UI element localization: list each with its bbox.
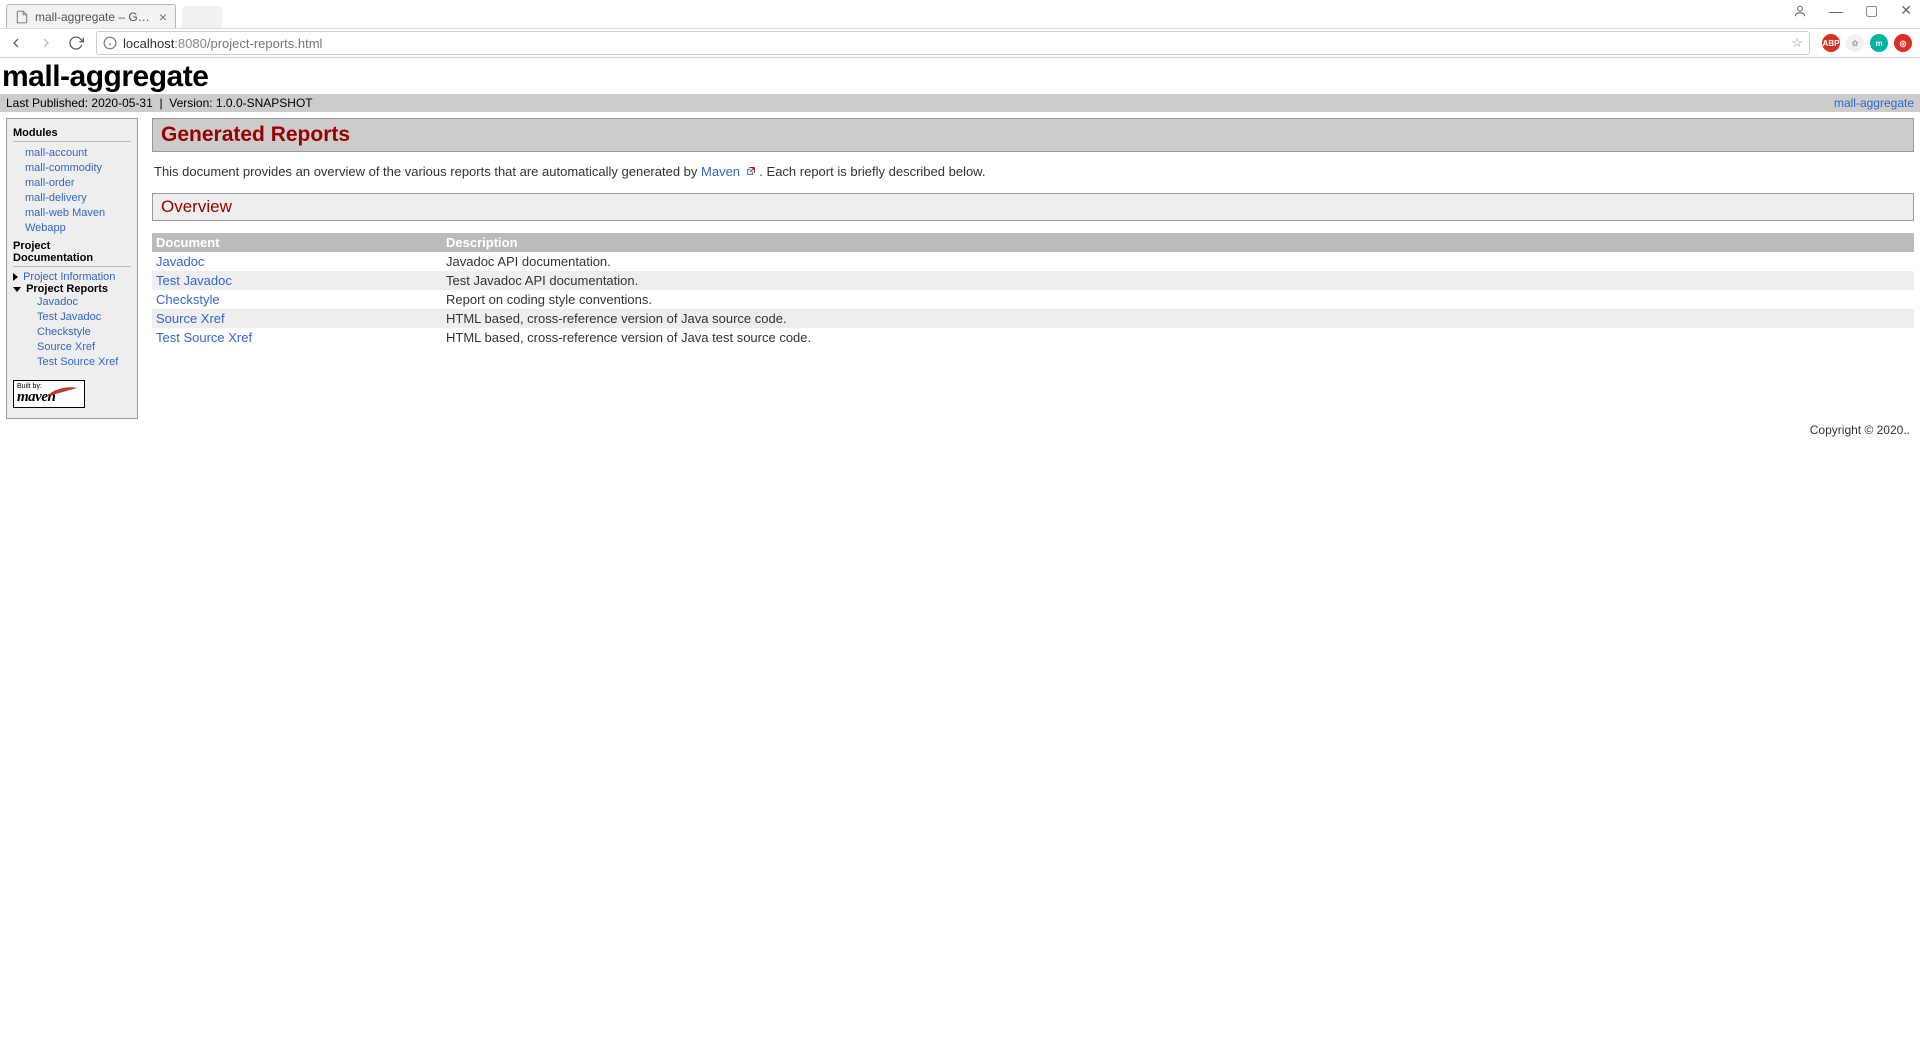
breadcrumb-link[interactable]: mall-aggregate (1834, 96, 1914, 110)
url-host: localhost:8080/project-reports.html (123, 36, 322, 51)
abp-extension-icon[interactable]: ABP (1822, 34, 1840, 52)
table-row: Source Xref HTML based, cross-reference … (152, 309, 1914, 328)
report-link[interactable]: Test Source Xref (156, 330, 252, 345)
table-row: Test Javadoc Test Javadoc API documentat… (152, 271, 1914, 290)
sidebar-item-report[interactable]: Test Javadoc (37, 311, 101, 323)
intro-text-pre: This document provides an overview of th… (154, 164, 701, 179)
subsection-heading: Overview (152, 193, 1914, 221)
window-controls: — ▢ ✕ (1793, 2, 1912, 19)
project-reports-label: Project Reports (26, 283, 108, 295)
report-link[interactable]: Source Xref (156, 311, 225, 326)
info-icon[interactable] (103, 36, 117, 50)
table-row: Checkstyle Report on coding style conven… (152, 290, 1914, 309)
browser-chrome: mall-aggregate – Gene × — ▢ ✕ localhost:… (0, 0, 1920, 58)
reports-list: Javadoc Test Javadoc Checkstyle Source X… (13, 295, 131, 370)
meta-left: Last Published: 2020-05-31 | Version: 1.… (6, 96, 313, 110)
file-icon (15, 10, 29, 24)
back-icon[interactable] (8, 35, 24, 51)
page-body: mall-aggregate Last Published: 2020-05-3… (0, 60, 1920, 437)
footer-copyright: Copyright © 2020.. (0, 419, 1920, 437)
maven-link[interactable]: Maven (701, 164, 740, 179)
sidebar-item-report[interactable]: Checkstyle (37, 326, 91, 338)
maximize-icon[interactable]: ▢ (1865, 2, 1878, 19)
project-info-link[interactable]: Project Information (23, 271, 115, 283)
table-header-row: Document Description (152, 233, 1914, 252)
report-desc: Test Javadoc API documentation. (442, 271, 1914, 290)
sidebar-item-module[interactable]: mall-order (25, 177, 75, 189)
sidebar-heading-docs: Project Documentation (13, 240, 131, 264)
sidebar-item-report[interactable]: Javadoc (37, 296, 78, 308)
extension-icons: ABP ✿ m ◎ (1822, 34, 1912, 52)
report-link[interactable]: Test Javadoc (156, 273, 232, 288)
address-bar[interactable]: localhost:8080/project-reports.html ☆ (96, 31, 1810, 55)
chevron-down-icon (13, 287, 21, 292)
external-link-icon (746, 164, 756, 179)
intro-paragraph: This document provides an overview of th… (152, 164, 1914, 179)
last-published-label: Last Published: 2020-05-31 (6, 96, 153, 110)
report-desc: HTML based, cross-reference version of J… (442, 309, 1914, 328)
user-icon[interactable] (1793, 4, 1807, 18)
extension-icon-red[interactable]: ◎ (1894, 34, 1912, 52)
new-tab-button[interactable] (182, 6, 222, 28)
intro-text-post: . Each report is briefly described below… (759, 164, 985, 179)
close-window-icon[interactable]: ✕ (1900, 2, 1912, 19)
report-desc: HTML based, cross-reference version of J… (442, 328, 1914, 347)
th-document: Document (152, 233, 442, 252)
maven-logo: maven (17, 390, 81, 405)
sidebar-item-project-reports[interactable]: Project Reports (13, 283, 131, 295)
report-link[interactable]: Javadoc (156, 254, 204, 269)
report-desc: Report on coding style conventions. (442, 290, 1914, 309)
forward-icon[interactable] (38, 35, 54, 51)
extension-icon-teal[interactable]: m (1870, 34, 1888, 52)
page-title: mall-aggregate (2, 60, 1920, 94)
bookmark-star-icon[interactable]: ☆ (1791, 35, 1803, 51)
chevron-right-icon (13, 273, 18, 281)
reload-icon[interactable] (68, 35, 84, 51)
report-desc: Javadoc API documentation. (442, 252, 1914, 271)
reports-table: Document Description Javadoc Javadoc API… (152, 233, 1914, 347)
version-label: Version: 1.0.0-SNAPSHOT (169, 96, 312, 110)
main-content: Generated Reports This document provides… (152, 118, 1914, 347)
table-row: Test Source Xref HTML based, cross-refer… (152, 328, 1914, 347)
feather-icon (45, 386, 79, 398)
minimize-icon[interactable]: — (1829, 3, 1843, 19)
section-heading: Generated Reports (152, 118, 1914, 152)
sidebar-item-project-info[interactable]: Project Information (13, 271, 131, 283)
sidebar-item-report[interactable]: Test Source Xref (37, 356, 118, 368)
th-description: Description (442, 233, 1914, 252)
modules-list: mall-account mall-commodity mall-order m… (13, 146, 131, 236)
sidebar-item-module[interactable]: mall-delivery (25, 192, 87, 204)
browser-tab[interactable]: mall-aggregate – Gene × (6, 4, 176, 28)
extension-icon[interactable]: ✿ (1846, 34, 1864, 52)
table-row: Javadoc Javadoc API documentation. (152, 252, 1914, 271)
close-icon[interactable]: × (159, 10, 167, 24)
sidebar-item-module[interactable]: mall-web Maven Webapp (25, 207, 105, 234)
address-bar-row: localhost:8080/project-reports.html ☆ AB… (0, 28, 1920, 58)
tab-strip: mall-aggregate – Gene × — ▢ ✕ (0, 0, 1920, 28)
tab-title: mall-aggregate – Gene (35, 10, 153, 24)
report-link[interactable]: Checkstyle (156, 292, 220, 307)
sidebar-heading-modules: Modules (13, 127, 131, 139)
sidebar-item-module[interactable]: mall-account (25, 147, 87, 159)
sidebar-item-report[interactable]: Source Xref (37, 341, 95, 353)
sidebar-item-module[interactable]: mall-commodity (25, 162, 102, 174)
built-by-maven-badge[interactable]: Built by: maven (13, 380, 85, 408)
meta-bar: Last Published: 2020-05-31 | Version: 1.… (0, 94, 1920, 112)
sidebar: Modules mall-account mall-commodity mall… (6, 118, 138, 419)
